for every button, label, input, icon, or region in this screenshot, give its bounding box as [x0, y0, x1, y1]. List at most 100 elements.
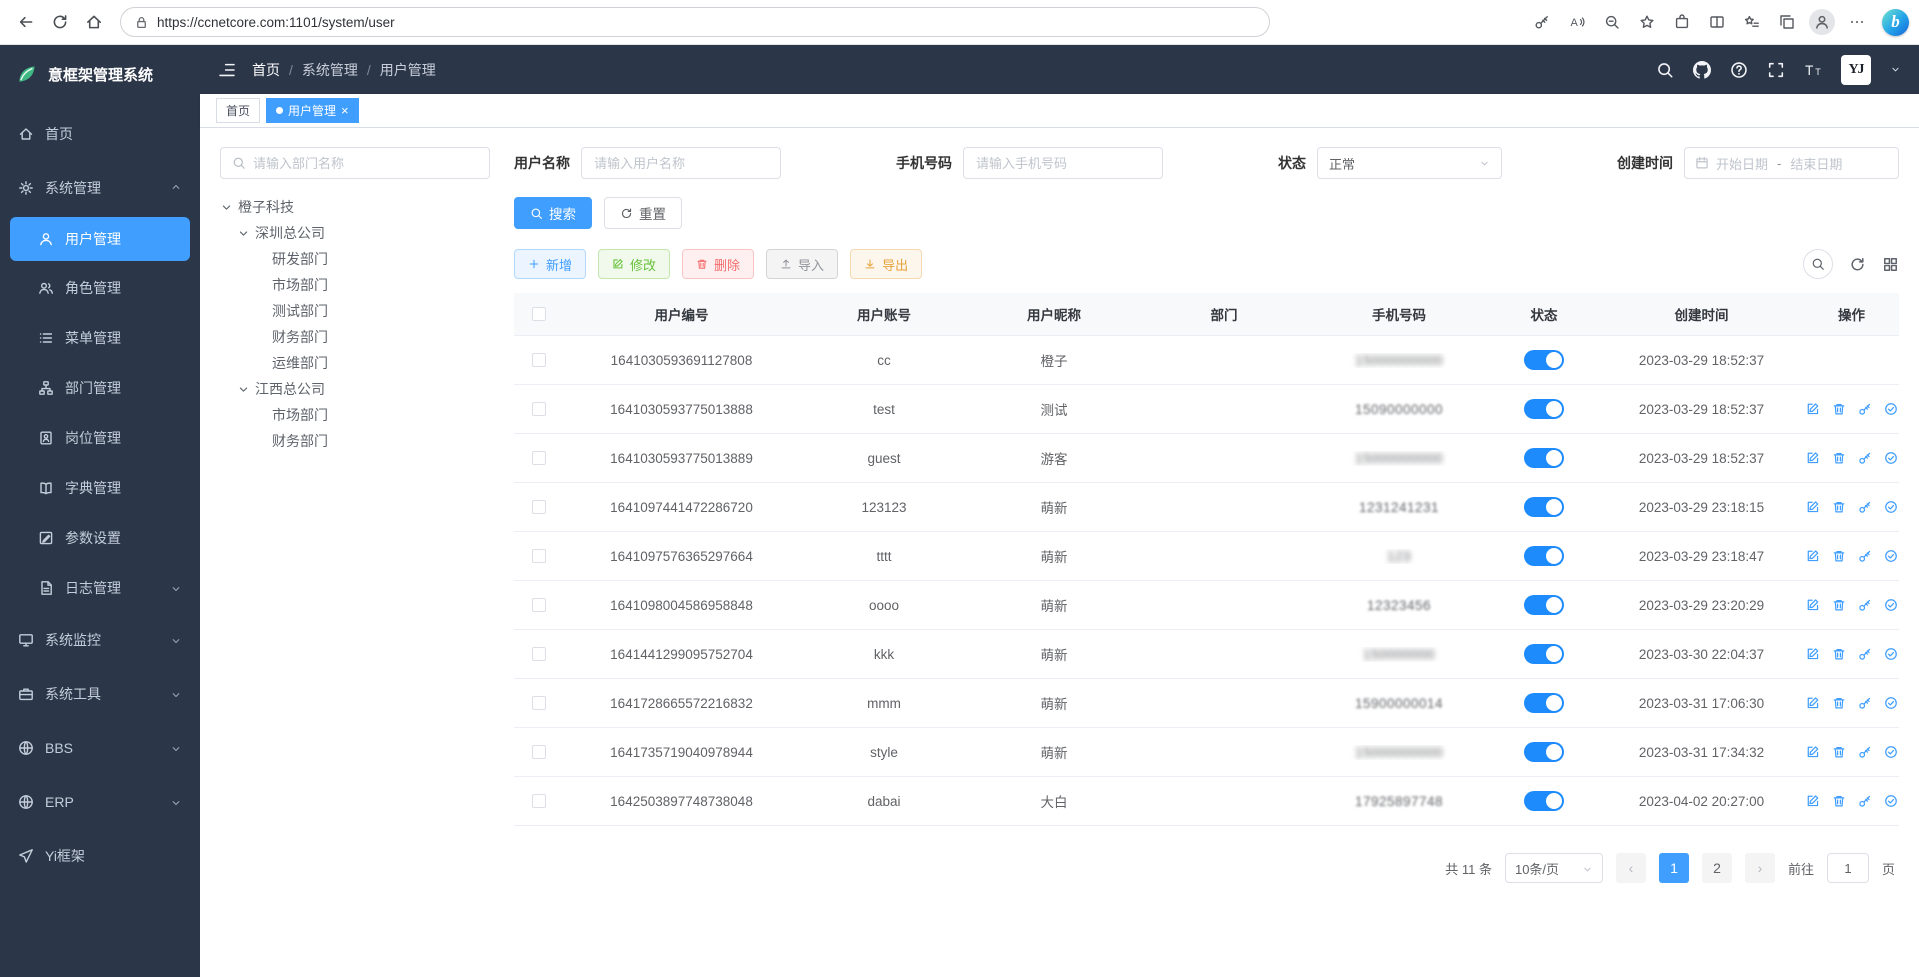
breadcrumb-item[interactable]: 系统管理	[302, 60, 358, 80]
assign-role-icon[interactable]	[1884, 500, 1898, 514]
status-toggle[interactable]	[1524, 742, 1564, 762]
edit-row-icon[interactable]	[1806, 647, 1820, 661]
tab-close-icon[interactable]: ×	[341, 104, 349, 117]
edit-row-icon[interactable]	[1806, 696, 1820, 710]
reset-password-icon[interactable]	[1858, 549, 1872, 563]
column-settings-icon[interactable]	[1882, 256, 1899, 273]
date-range-picker[interactable]: 开始日期 - 结束日期	[1684, 147, 1899, 179]
prev-page-button[interactable]: ‹	[1616, 853, 1646, 883]
add-button[interactable]: 新增	[514, 249, 586, 279]
username-input[interactable]	[581, 147, 781, 179]
status-toggle[interactable]	[1524, 595, 1564, 615]
page-1-button[interactable]: 1	[1659, 853, 1689, 883]
tree-node[interactable]: 研发部门	[220, 246, 490, 272]
status-select[interactable]: 正常	[1317, 147, 1502, 179]
search-button[interactable]: 搜索	[514, 197, 592, 229]
sidebar-item-role-mgmt[interactable]: 角色管理	[0, 263, 200, 313]
tree-node[interactable]: 财务部门	[220, 428, 490, 454]
avatar-caret-icon[interactable]	[1890, 64, 1901, 75]
bing-icon[interactable]: b	[1882, 9, 1909, 36]
reset-button[interactable]: 重置	[604, 197, 682, 229]
sidebar-item-system-monitor[interactable]: 系统监控	[0, 613, 200, 667]
page-size-select[interactable]: 10条/页	[1505, 853, 1603, 883]
collections-icon[interactable]	[1771, 6, 1803, 38]
import-button[interactable]: 导入	[766, 249, 838, 279]
browser-back-icon[interactable]	[10, 6, 42, 38]
browser-more-icon[interactable]	[1841, 6, 1873, 38]
status-toggle[interactable]	[1524, 644, 1564, 664]
status-toggle[interactable]	[1524, 448, 1564, 468]
collapse-sidebar-icon[interactable]	[218, 61, 236, 79]
favorites-bar-icon[interactable]	[1736, 6, 1768, 38]
dept-search-input[interactable]	[253, 156, 478, 171]
tree-node[interactable]: 市场部门	[220, 272, 490, 298]
goto-page-input[interactable]	[1827, 853, 1869, 883]
row-checkbox[interactable]	[532, 549, 546, 563]
assign-role-icon[interactable]	[1884, 549, 1898, 563]
sidebar-item-erp[interactable]: ERP	[0, 775, 200, 829]
browser-profile-avatar[interactable]	[1809, 9, 1835, 35]
sidebar-item-yi-framework[interactable]: Yi框架	[0, 829, 200, 883]
assign-role-icon[interactable]	[1884, 794, 1898, 808]
next-page-button[interactable]: ›	[1745, 853, 1775, 883]
phone-input[interactable]	[963, 147, 1163, 179]
assign-role-icon[interactable]	[1884, 402, 1898, 416]
refresh-table-icon[interactable]	[1849, 256, 1866, 273]
delete-row-icon[interactable]	[1832, 598, 1846, 612]
header-search-icon[interactable]	[1656, 61, 1674, 79]
sidebar-item-dict-mgmt[interactable]: 字典管理	[0, 463, 200, 513]
zoom-icon[interactable]	[1596, 6, 1628, 38]
reset-password-icon[interactable]	[1858, 696, 1872, 710]
browser-home-icon[interactable]	[78, 6, 110, 38]
sidebar-item-user-mgmt[interactable]: 用户管理	[10, 217, 190, 261]
delete-row-icon[interactable]	[1832, 696, 1846, 710]
edit-row-icon[interactable]	[1806, 402, 1820, 416]
row-checkbox[interactable]	[532, 598, 546, 612]
delete-row-icon[interactable]	[1832, 745, 1846, 759]
reset-password-icon[interactable]	[1858, 598, 1872, 612]
reset-password-icon[interactable]	[1858, 451, 1872, 465]
tab-user-mgmt[interactable]: 用户管理×	[266, 98, 359, 123]
assign-role-icon[interactable]	[1884, 745, 1898, 759]
assign-role-icon[interactable]	[1884, 696, 1898, 710]
export-button[interactable]: 导出	[850, 249, 922, 279]
reset-password-icon[interactable]	[1858, 745, 1872, 759]
tree-node[interactable]: 江西总公司	[220, 376, 490, 402]
browser-refresh-icon[interactable]	[44, 6, 76, 38]
sidebar-item-post-mgmt[interactable]: 岗位管理	[0, 413, 200, 463]
sidebar-item-menu-mgmt[interactable]: 菜单管理	[0, 313, 200, 363]
status-toggle[interactable]	[1524, 693, 1564, 713]
delete-row-icon[interactable]	[1832, 500, 1846, 514]
row-checkbox[interactable]	[532, 353, 546, 367]
address-bar[interactable]: https://ccnetcore.com:1101/system/user	[120, 7, 1270, 37]
reset-password-icon[interactable]	[1858, 647, 1872, 661]
tree-node[interactable]: 测试部门	[220, 298, 490, 324]
help-icon[interactable]	[1730, 61, 1748, 79]
row-checkbox[interactable]	[532, 647, 546, 661]
row-checkbox[interactable]	[532, 451, 546, 465]
sidebar-item-dept-mgmt[interactable]: 部门管理	[0, 363, 200, 413]
status-toggle[interactable]	[1524, 546, 1564, 566]
extensions-icon[interactable]	[1666, 6, 1698, 38]
row-checkbox[interactable]	[532, 500, 546, 514]
delete-row-icon[interactable]	[1832, 402, 1846, 416]
github-icon[interactable]	[1693, 61, 1711, 79]
edit-row-icon[interactable]	[1806, 745, 1820, 759]
breadcrumb-item[interactable]: 首页	[252, 60, 280, 80]
sidebar-item-home[interactable]: 首页	[0, 107, 200, 161]
assign-role-icon[interactable]	[1884, 647, 1898, 661]
reset-password-icon[interactable]	[1858, 500, 1872, 514]
add-favorite-icon[interactable]	[1631, 6, 1663, 38]
delete-button[interactable]: 删除	[682, 249, 754, 279]
status-toggle[interactable]	[1524, 497, 1564, 517]
edit-row-icon[interactable]	[1806, 451, 1820, 465]
delete-row-icon[interactable]	[1832, 549, 1846, 563]
fullscreen-icon[interactable]	[1767, 61, 1785, 79]
tree-node[interactable]: 财务部门	[220, 324, 490, 350]
password-key-icon[interactable]	[1526, 6, 1558, 38]
user-avatar[interactable]: YJ	[1841, 55, 1871, 85]
status-toggle[interactable]	[1524, 350, 1564, 370]
tree-node[interactable]: 市场部门	[220, 402, 490, 428]
status-toggle[interactable]	[1524, 791, 1564, 811]
page-2-button[interactable]: 2	[1702, 853, 1732, 883]
